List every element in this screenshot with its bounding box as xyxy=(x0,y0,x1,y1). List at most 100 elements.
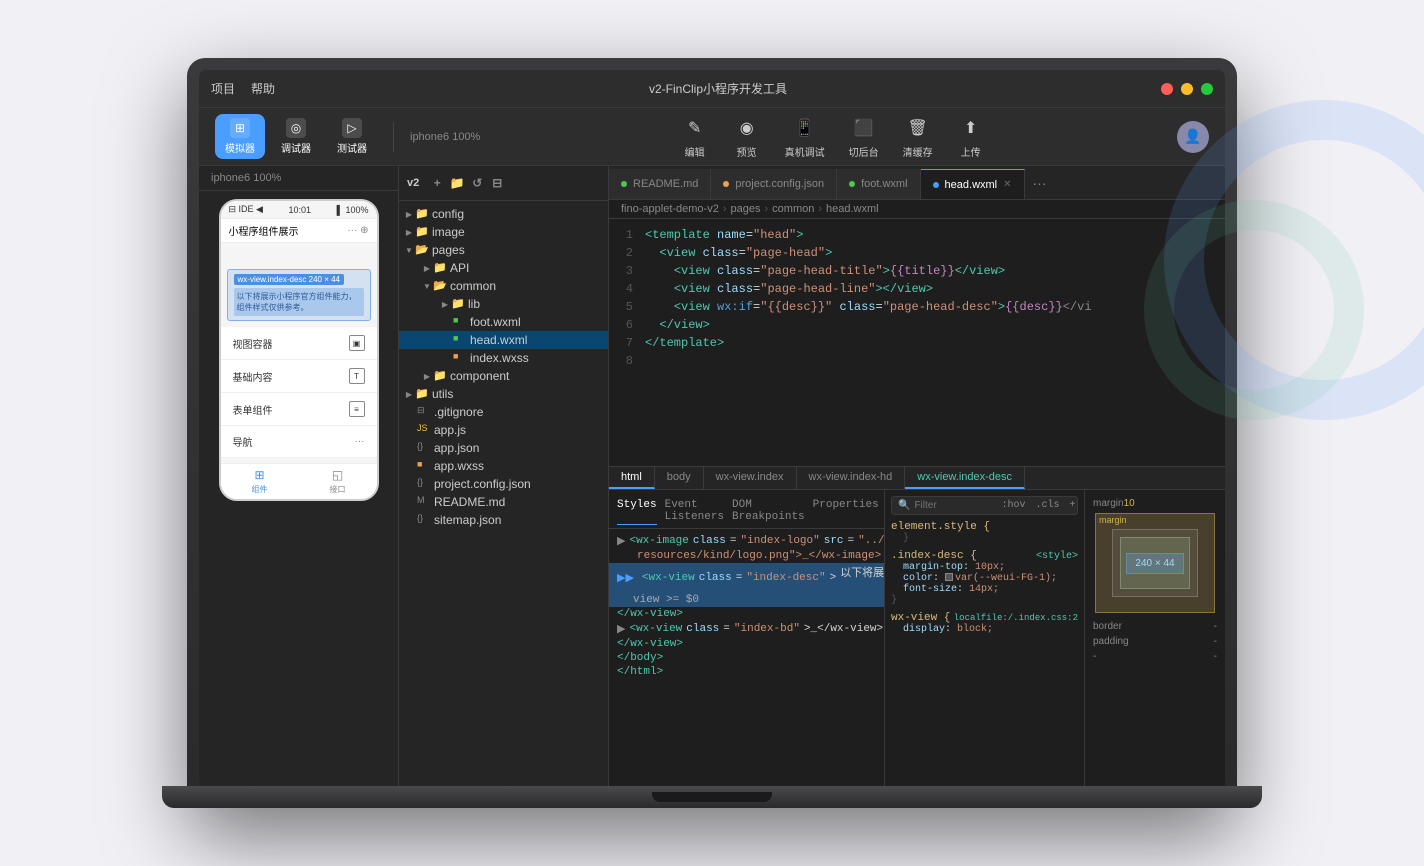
new-file-btn[interactable]: + xyxy=(429,175,445,191)
breadcrumb-sep-3: › xyxy=(818,203,822,215)
sim-nav-item-2[interactable]: 基础内容 T xyxy=(221,360,377,393)
sim-tab-component[interactable]: ⊞ 组件 xyxy=(252,468,268,495)
tree-folder-api[interactable]: ▶ 📁 API xyxy=(399,259,608,277)
new-folder-btn[interactable]: 📁 xyxy=(449,175,465,191)
toolbar-background-btn[interactable]: ⬛ 切后台 xyxy=(849,114,879,159)
component-tab-icon: ⊞ xyxy=(253,468,267,482)
tab-head-wxml[interactable]: head.wxml ✕ xyxy=(921,169,1025,199)
style-rule-wx-view: wx-view { localfile:/.index.css:2 displa… xyxy=(891,612,1078,635)
bottom-tab-bar: html body wx-view.index wx-view.index-hd xyxy=(609,467,1225,490)
wxss-file-icon: ■ xyxy=(417,459,431,473)
menu-item-help[interactable]: 帮助 xyxy=(251,80,275,97)
json-file-dot xyxy=(723,181,729,187)
wxml-file-icon: ■ xyxy=(453,315,467,329)
wxss-file-icon: ■ xyxy=(453,351,467,365)
styles-tab-event-listeners[interactable]: Event Listeners xyxy=(665,497,724,525)
tree-folder-pages[interactable]: ▼ 📂 pages xyxy=(399,241,608,259)
iphone-title-more: ··· ⊕ xyxy=(347,225,368,236)
toolbar-preview-btn[interactable]: ◉ 预览 xyxy=(733,114,761,159)
code-editor[interactable]: 1 <template name="head"> 2 <view class="… xyxy=(609,219,1225,466)
styles-tab-styles[interactable]: Styles xyxy=(617,497,657,525)
tree-file-app-wxss[interactable]: ■ app.wxss xyxy=(399,457,608,475)
toolbar-separator xyxy=(393,122,394,152)
bottom-tab-wx-view-index[interactable]: wx-view.index xyxy=(704,467,797,489)
app-window: 项目 帮助 v2-FinClip小程序开发工具 ⊞ 模拟器 xyxy=(199,70,1225,786)
tree-folder-lib[interactable]: ▶ 📁 lib xyxy=(399,295,608,313)
toolbar-device-debug-btn[interactable]: 📱 真机调试 xyxy=(785,114,825,159)
sim-nav-item-1[interactable]: 视图容器 ▣ xyxy=(221,327,377,360)
menu-bar: 项目 帮助 xyxy=(211,80,275,97)
sim-tab-api[interactable]: ◱ 接口 xyxy=(330,468,346,495)
bottom-main: Styles Event Listeners DOM Breakpoints P… xyxy=(609,490,1225,786)
tree-file-project-config[interactable]: {} project.config.json xyxy=(399,475,608,493)
styles-tab-properties[interactable]: Properties xyxy=(813,497,879,525)
tree-file-readme[interactable]: M README.md xyxy=(399,493,608,511)
tree-file-gitignore[interactable]: ⊟ .gitignore xyxy=(399,403,608,421)
tester-label: 测试器 xyxy=(337,140,367,155)
cls-btn[interactable]: .cls xyxy=(1032,499,1062,512)
style-source-index-desc[interactable]: <style> xyxy=(1036,551,1078,562)
bottom-tab-body[interactable]: body xyxy=(655,467,704,489)
wxml-active-dot xyxy=(933,182,939,188)
file-tree-toolbar: + 📁 ↺ ⊟ xyxy=(423,172,511,194)
tree-folder-component[interactable]: ▶ 📁 component xyxy=(399,367,608,385)
hov-btn[interactable]: :hov xyxy=(998,499,1028,512)
tree-folder-common[interactable]: ▼ 📂 common xyxy=(399,277,608,295)
tab-close-icon[interactable]: ✕ xyxy=(1003,179,1011,190)
tree-file-app-json[interactable]: {} app.json xyxy=(399,439,608,457)
tree-folder-image[interactable]: ▶ 📁 image xyxy=(399,223,608,241)
tab-bar: README.md project.config.json foot.wxml xyxy=(609,166,1225,200)
tree-folder-utils[interactable]: ▶ 📁 utils xyxy=(399,385,608,403)
sim-nav-item-3[interactable]: 表单组件 ≡ xyxy=(221,393,377,426)
highlight-label: wx-view.index-desc 240 × 44 xyxy=(234,274,345,285)
tab-foot-wxml[interactable]: foot.wxml xyxy=(837,169,920,199)
refresh-btn[interactable]: ↺ xyxy=(469,175,485,191)
toolbar-simulator-btn[interactable]: ⊞ 模拟器 xyxy=(215,114,265,159)
bottom-tab-html[interactable]: html xyxy=(609,467,655,489)
tab-project-config[interactable]: project.config.json xyxy=(711,169,837,199)
style-filter-input[interactable] xyxy=(914,500,994,511)
toolbar-clear-cache-btn[interactable]: 🗑 清缓存 xyxy=(903,114,933,159)
style-source-wx-view[interactable]: localfile:/.index.css:2 xyxy=(954,613,1078,623)
plus-btn[interactable]: + xyxy=(1066,499,1078,512)
highlight-text: 以下将展示小程序官方组件能力，组件样式仅供参考。 xyxy=(234,288,364,316)
box-model-panel: margin 10 240 × 44 xyxy=(1085,490,1225,786)
bottom-label: - xyxy=(1093,651,1096,662)
menu-item-project[interactable]: 项目 xyxy=(211,80,235,97)
toolbar-edit-btn[interactable]: ✎ 编辑 xyxy=(681,114,709,159)
minimize-button[interactable] xyxy=(1181,83,1193,95)
padding-value: - xyxy=(1214,636,1217,647)
toolbar-upload-btn[interactable]: ⬆ 上传 xyxy=(957,114,985,159)
styles-tab-dom-breakpoints[interactable]: DOM Breakpoints xyxy=(732,497,805,525)
style-prop-font-size: font-size: 14px; xyxy=(891,584,1078,595)
json-file-icon: {} xyxy=(417,441,431,455)
collapse-btn[interactable]: ⊟ xyxy=(489,175,505,191)
user-avatar[interactable]: 👤 xyxy=(1177,121,1209,153)
tree-file-foot-wxml[interactable]: ■ foot.wxml xyxy=(399,313,608,331)
tree-file-sitemap[interactable]: {} sitemap.json xyxy=(399,511,608,529)
js-file-icon: JS xyxy=(417,423,431,437)
bottom-tab-wx-view-index-hd[interactable]: wx-view.index-hd xyxy=(797,467,906,489)
tree-file-app-js[interactable]: JS app.js xyxy=(399,421,608,439)
laptop-outer: 项目 帮助 v2-FinClip小程序开发工具 ⊞ 模拟器 xyxy=(187,58,1237,808)
tree-file-index-wxss[interactable]: ■ index.wxss xyxy=(399,349,608,367)
tree-file-head-wxml[interactable]: ■ head.wxml xyxy=(399,331,608,349)
file-tree-header: v2 + 📁 ↺ ⊟ xyxy=(399,166,608,201)
folder-open-icon: 📂 xyxy=(415,243,429,257)
maximize-button[interactable] xyxy=(1201,83,1213,95)
toolbar-center: ✎ 编辑 ◉ 预览 📱 真机调试 ⬛ 切后台 xyxy=(496,114,1169,159)
tree-folder-config[interactable]: ▶ 📁 config xyxy=(399,205,608,223)
sim-nav-item-4[interactable]: 导航 ··· xyxy=(221,426,377,458)
chevron-right-icon: ▶ xyxy=(403,388,415,400)
simulator-label: 模拟器 xyxy=(225,140,255,155)
tab-readme[interactable]: README.md xyxy=(609,169,711,199)
sim-nav-dots: ··· xyxy=(355,436,365,447)
bottom-tab-wx-view-index-desc[interactable]: wx-view.index-desc xyxy=(905,467,1025,489)
window-title: v2-FinClip小程序开发工具 xyxy=(275,80,1161,97)
html-line-3: ▶▶ <wx-view class="index-desc">以下将展示小程序官… xyxy=(609,563,884,593)
toolbar-debugger-btn[interactable]: ◎ 调试器 xyxy=(271,114,321,159)
close-button[interactable] xyxy=(1161,83,1173,95)
tab-more-btn[interactable]: ··· xyxy=(1025,175,1055,191)
toolbar-tester-btn[interactable]: ▷ 测试器 xyxy=(327,114,377,159)
code-line-8: 8 xyxy=(609,353,1225,371)
